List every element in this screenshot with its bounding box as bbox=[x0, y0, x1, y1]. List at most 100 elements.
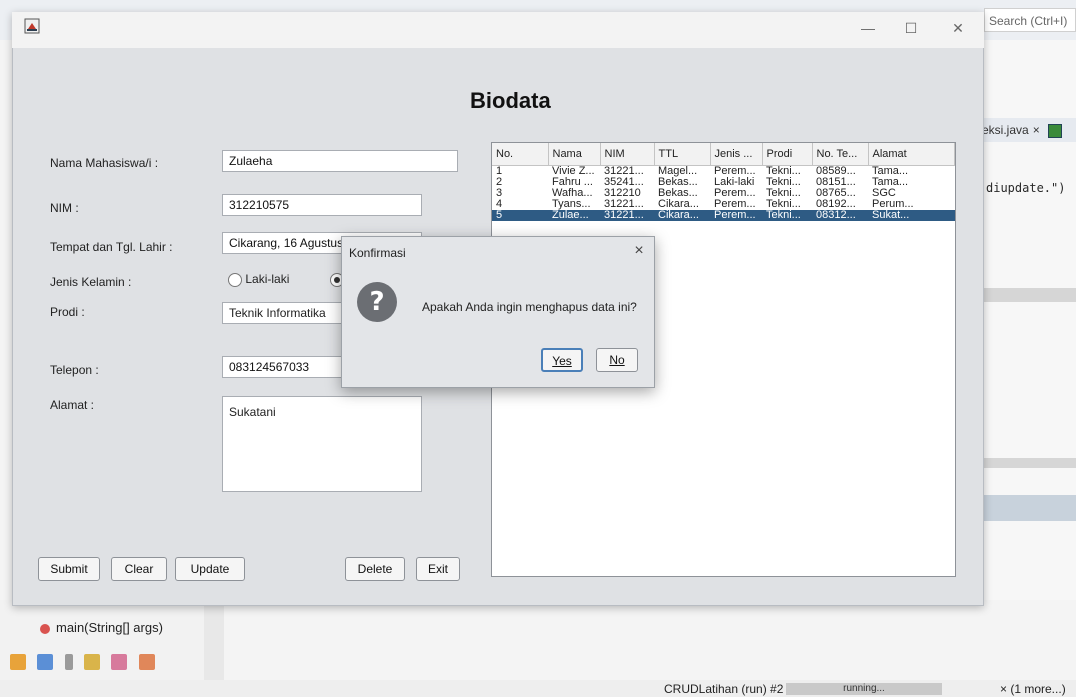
table-row[interactable]: 3 Wafha... 312210 Bekas... Perem... Tekni... 0… bbox=[492, 188, 955, 199]
table-cell: Perem... bbox=[710, 210, 762, 221]
table-cell: Tekni... bbox=[766, 188, 801, 199]
yes-button-label: Yes bbox=[552, 354, 572, 368]
jenis-kelamin-label: Jenis Kelamin : bbox=[50, 275, 132, 289]
field-icon[interactable] bbox=[37, 654, 54, 670]
ide-navigator-toolbar bbox=[10, 654, 163, 678]
submit-button[interactable]: Submit bbox=[38, 557, 100, 581]
status-progress-bar: running... bbox=[786, 683, 942, 695]
no-button-label: No bbox=[609, 353, 625, 367]
table-cell: Tekni... bbox=[766, 199, 801, 210]
dialog-message: Apakah Anda ingin menghapus data ini? bbox=[422, 300, 637, 314]
alamat-label: Alamat : bbox=[50, 398, 95, 412]
java-app-icon bbox=[24, 18, 40, 34]
table-cell: 08312... bbox=[812, 210, 868, 221]
sort-icon[interactable] bbox=[138, 654, 155, 670]
ide-gutter bbox=[204, 600, 224, 680]
table-row[interactable]: 1 Vivie Z... 31221... Magel... Perem... Tekni… bbox=[492, 166, 955, 178]
close-window-button[interactable]: ✕ bbox=[944, 16, 972, 40]
table-cell: 3 bbox=[496, 188, 503, 199]
table-cell: 1 bbox=[496, 165, 503, 177]
dialog-close-button[interactable]: × bbox=[628, 240, 650, 262]
table-cell: 4 bbox=[496, 199, 503, 210]
column-header[interactable]: Prodi bbox=[762, 143, 813, 166]
table-cell: 08151... bbox=[816, 177, 856, 188]
maximize-button[interactable]: ☐ bbox=[897, 16, 925, 40]
table-cell: Cikara... bbox=[658, 199, 699, 210]
table-cell: SGC bbox=[872, 188, 896, 199]
filter-icon[interactable] bbox=[10, 654, 26, 670]
inherited-icon[interactable] bbox=[111, 654, 128, 670]
radio-laki-laki-label: Laki-laki bbox=[245, 272, 290, 286]
no-button[interactable]: No bbox=[596, 348, 638, 372]
ide-search-input[interactable]: Search (Ctrl+I) bbox=[984, 8, 1076, 32]
column-header[interactable]: Nama bbox=[548, 143, 601, 166]
table-cell: 35241... bbox=[604, 177, 644, 188]
ttl-label: Tempat dan Tgl. Lahir : bbox=[50, 240, 173, 254]
table-cell: Sukat... bbox=[868, 210, 955, 221]
ide-run-icon[interactable] bbox=[1047, 123, 1062, 138]
ide-navigator-item[interactable]: main(String[] args) bbox=[40, 620, 163, 635]
table-cell: 312210 bbox=[604, 188, 641, 199]
table-cell: Cikara... bbox=[654, 210, 710, 221]
ide-highlight-band bbox=[982, 458, 1076, 468]
table-row[interactable]: 2 Fahru ... 35241... Bekas... Laki-laki Tekni… bbox=[492, 177, 955, 188]
table-cell: 31221... bbox=[600, 210, 654, 221]
table-cell: 08192... bbox=[816, 199, 856, 210]
table-cell: 2 bbox=[496, 177, 503, 188]
table-body: 1 Vivie Z... 31221... Magel... Perem... Tekni… bbox=[492, 166, 955, 221]
table-row[interactable]: 4 Tyans... 31221... Cikara... Perem... Tekni.… bbox=[492, 199, 955, 210]
table-cell: Wafha... bbox=[552, 188, 593, 199]
clear-button[interactable]: Clear bbox=[111, 557, 167, 581]
ide-tab-label: eksi.java bbox=[982, 123, 1029, 137]
table-cell: Vivie Z... bbox=[552, 165, 595, 177]
yes-button[interactable]: Yes bbox=[541, 348, 583, 372]
alamat-textarea[interactable]: Sukatani bbox=[222, 396, 422, 492]
table-cell: 31221... bbox=[604, 199, 644, 210]
update-button[interactable]: Update bbox=[175, 557, 245, 581]
exit-button[interactable]: Exit bbox=[416, 557, 460, 581]
static-icon[interactable] bbox=[64, 654, 73, 670]
nim-field[interactable]: 312210575 bbox=[222, 194, 422, 216]
nama-label: Nama Mahasiswa/i : bbox=[50, 156, 159, 170]
column-header[interactable]: Alamat bbox=[868, 143, 955, 166]
method-icon bbox=[40, 623, 50, 634]
table-cell: Tama... bbox=[872, 165, 909, 177]
radio-laki-laki-icon[interactable] bbox=[228, 272, 242, 287]
table-cell: 08589... bbox=[816, 165, 856, 177]
table-cell: 31221... bbox=[604, 165, 644, 177]
column-header[interactable]: NIM bbox=[600, 143, 655, 166]
table-cell: Perem... bbox=[714, 188, 756, 199]
table-cell: Fahru ... bbox=[552, 177, 593, 188]
nama-field[interactable]: Zulaeha bbox=[222, 150, 458, 172]
status-more-label[interactable]: × (1 more...) bbox=[1000, 682, 1066, 696]
ide-highlight-band bbox=[982, 288, 1076, 302]
table-cell: Tekni... bbox=[766, 165, 801, 177]
delete-button[interactable]: Delete bbox=[345, 557, 405, 581]
question-icon: ? bbox=[357, 282, 397, 322]
column-header[interactable]: TTL bbox=[654, 143, 711, 166]
nim-label: NIM : bbox=[50, 201, 79, 215]
ide-highlight-band bbox=[982, 495, 1076, 521]
table-cell: Tekni... bbox=[766, 177, 801, 188]
status-run-label[interactable]: CRUDLatihan (run) #2 bbox=[664, 682, 783, 696]
table-header: No. Nama NIM TTL Jenis ... Prodi No. Te... Alam… bbox=[492, 143, 955, 166]
table-cell: Tama... bbox=[872, 177, 909, 188]
table-cell: Perem... bbox=[714, 165, 756, 177]
ide-editor-tab[interactable]: eksi.java × bbox=[982, 118, 1076, 142]
radio-laki-laki[interactable]: Laki-laki bbox=[228, 272, 289, 287]
ide-code-line: diupdate.") bbox=[986, 181, 1066, 195]
column-header[interactable]: Jenis ... bbox=[710, 143, 763, 166]
table-cell: Bekas... bbox=[658, 177, 698, 188]
prodi-label: Prodi : bbox=[50, 305, 85, 319]
class-icon[interactable] bbox=[84, 654, 101, 670]
column-header[interactable]: No. Te... bbox=[812, 143, 869, 166]
table-row[interactable]: 5 Zulae... 31221... Cikara... Perem... Tekni.… bbox=[492, 210, 955, 221]
column-header[interactable]: No. bbox=[492, 143, 549, 166]
table-cell: Tekni... bbox=[762, 210, 812, 221]
table-cell: Perem... bbox=[714, 199, 756, 210]
table-cell: Perum... bbox=[872, 199, 914, 210]
ide-tab-close-icon[interactable]: × bbox=[1033, 123, 1040, 137]
window-titlebar bbox=[12, 12, 984, 48]
minimize-button[interactable]: — bbox=[854, 16, 882, 40]
dialog-title: Konfirmasi bbox=[349, 246, 406, 260]
